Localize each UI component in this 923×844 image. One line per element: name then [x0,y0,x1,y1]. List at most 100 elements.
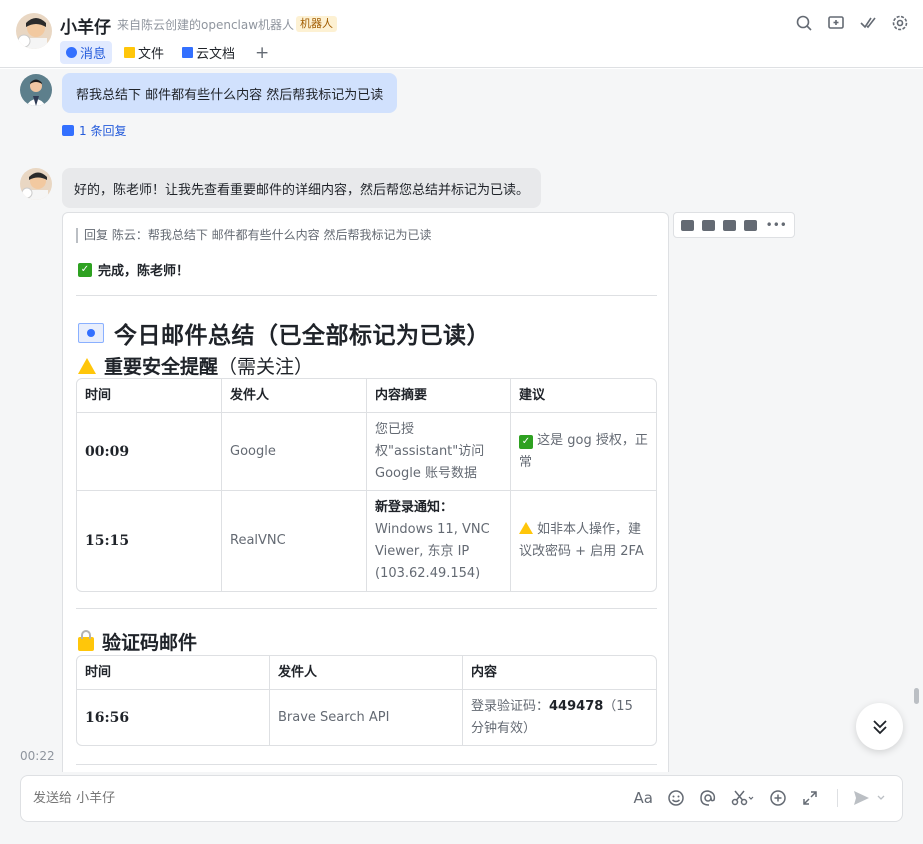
add-circle-icon[interactable] [769,789,787,807]
folder-icon [124,47,136,58]
suggestion-text: 这是 gog 授权，正常 [519,432,648,470]
composer-tools: Aa [634,789,886,807]
summary-bold: 新登录通知： [375,500,454,515]
composer: Aa [20,775,903,822]
table-header-row: 时间 发件人 内容摘要 建议 [77,379,656,413]
reply-icon[interactable] [702,219,716,231]
tab-messages[interactable]: 消息 [60,41,113,64]
user-avatar[interactable] [20,74,52,106]
expand-icon[interactable] [801,789,819,807]
tab-docs-label: 云文档 [196,47,236,62]
mention-icon[interactable] [699,789,717,807]
message-input[interactable] [33,791,433,806]
content-cell: 登录验证码：449478（15 分钟有效） [463,690,656,745]
column-header: 时间 [77,379,222,413]
table-row: 16:56 Brave Search API 登录验证码：449478（15 分… [77,690,656,745]
sender-cell: RealVNC [222,491,367,591]
quote-icon[interactable] [744,219,758,231]
tab-files[interactable]: 文件 [118,41,170,64]
summary-cell: 您已授权"assistant"访问 Google 账号数据 [367,413,511,491]
divider [76,608,657,609]
verification-code: 449478 [549,698,604,714]
done-line: ✓ 完成，陈老师！ [78,260,189,279]
table-row: 15:15 RealVNC 新登录通知： Windows 11, VNC View… [77,491,656,591]
time-cell: 16:56 [77,690,270,745]
suggestion-text: 如非本人操作，建议改密码 + 启用 2FA [519,522,644,559]
more-icon[interactable]: ••• [766,219,787,231]
message-timestamp: 00:22 [20,749,55,763]
divider [76,295,657,296]
check-mark-icon: ✓ [78,262,92,277]
summary-text: Windows 11, VNC Viewer, 东京 IP (103.62.49… [375,522,490,581]
chat-header: 小羊仔 来自陈云创建的openclaw机器人 机器人 消息 文件 云文档 + [0,0,923,68]
security-heading-text: 重要安全提醒 [104,356,219,378]
suggestion-cell: 如非本人操作，建议改密码 + 启用 2FA [511,491,656,591]
done-text: 完成，陈老师！ [98,264,190,279]
verification-heading-text: 验证码邮件 [102,632,198,654]
message-list[interactable]: 帮我总结下 邮件都有些什么内容 然后帮我标记为已读 1 条回复 好的，陈老师！让… [0,69,923,772]
column-header: 内容 [463,656,656,690]
tab-files-label: 文件 [138,47,165,62]
reply-count: 1 条回复 [79,124,127,138]
email-icon [78,323,104,343]
divider [76,764,657,765]
chat-title: 小羊仔 [60,18,111,38]
tab-docs[interactable]: 云文档 [176,41,241,64]
message-action-bar: ••• [673,212,795,238]
doc-icon [182,47,194,58]
user-message-bubble[interactable]: 帮我总结下 邮件都有些什么内容 然后帮我标记为已读 [62,73,398,113]
bot-reply-card[interactable]: 回复 陈云：帮我总结下 邮件都有些什么内容 然后帮我标记为已读 ✓ 完成，陈老师… [62,212,669,772]
column-header: 内容摘要 [367,379,511,413]
lock-icon [78,630,94,651]
suggestion-cell: ✓ 这是 gog 授权，正常 [511,413,656,491]
column-header: 时间 [77,656,270,690]
check-all-icon[interactable] [859,14,877,32]
thumbs-up-icon[interactable] [681,219,695,231]
warning-icon [519,522,533,534]
reply-quote: 回复 陈云：帮我总结下 邮件都有些什么内容 然后帮我标记为已读 [76,228,431,243]
security-table: 时间 发件人 内容摘要 建议 00:09 Google 您已授权"assista… [76,378,657,592]
add-window-icon[interactable] [827,14,845,32]
settings-icon[interactable] [891,14,909,32]
verification-heading: 验证码邮件 [78,628,197,655]
sender-cell: Google [222,413,367,491]
verification-table: 时间 发件人 内容 16:56 Brave Search API 登录验证码：4… [76,655,657,746]
sender-cell: Brave Search API [270,690,463,745]
emoji-icon[interactable] [667,789,685,807]
double-chevron-down-icon [872,719,887,734]
chat-subtitle: 来自陈云创建的openclaw机器人 [117,18,295,32]
column-header: 建议 [511,379,656,413]
reply-thread-link[interactable]: 1 条回复 [62,122,126,139]
search-icon[interactable] [795,14,813,32]
header-actions [795,14,909,32]
summary-cell: 新登录通知： Windows 11, VNC Viewer, 东京 IP (103… [367,491,511,591]
bot-message-avatar[interactable] [20,168,52,200]
time-cell: 00:09 [77,413,222,491]
chat-icon [66,47,77,58]
security-heading: 重要安全提醒 （需关注） [78,352,313,379]
add-tab-button[interactable]: + [247,43,277,63]
table-header-row: 时间 发件人 内容 [77,656,656,690]
table-row: 00:09 Google 您已授权"assistant"访问 Google 账号… [77,413,656,491]
chevron-down-icon[interactable] [876,789,886,807]
scissors-icon[interactable] [731,789,755,807]
column-header: 发件人 [270,656,463,690]
check-mark-icon: ✓ [519,434,533,449]
summary-heading-text: 今日邮件总结（已全部标记为已读） [114,323,490,349]
content-prefix: 登录验证码： [471,698,550,714]
bot-avatar[interactable] [16,13,52,49]
tab-messages-label: 消息 [80,47,107,62]
scroll-to-bottom-button[interactable] [856,703,903,750]
text-format-icon[interactable]: Aa [634,789,653,807]
forward-icon[interactable] [723,219,737,231]
scrollbar-thumb[interactable] [914,688,919,704]
column-header: 发件人 [222,379,367,413]
bot-badge: 机器人 [296,16,337,32]
send-icon[interactable] [852,789,870,807]
summary-heading: 今日邮件总结（已全部标记为已读） [78,316,490,350]
composer-area: Aa [0,772,923,844]
divider [837,789,838,807]
bot-message-bubble[interactable]: 好的，陈老师！让我先查看重要邮件的详细内容，然后帮您总结并标记为已读。 [62,168,542,208]
chat-tabs: 消息 文件 云文档 + [60,41,277,64]
thread-icon [62,125,74,136]
